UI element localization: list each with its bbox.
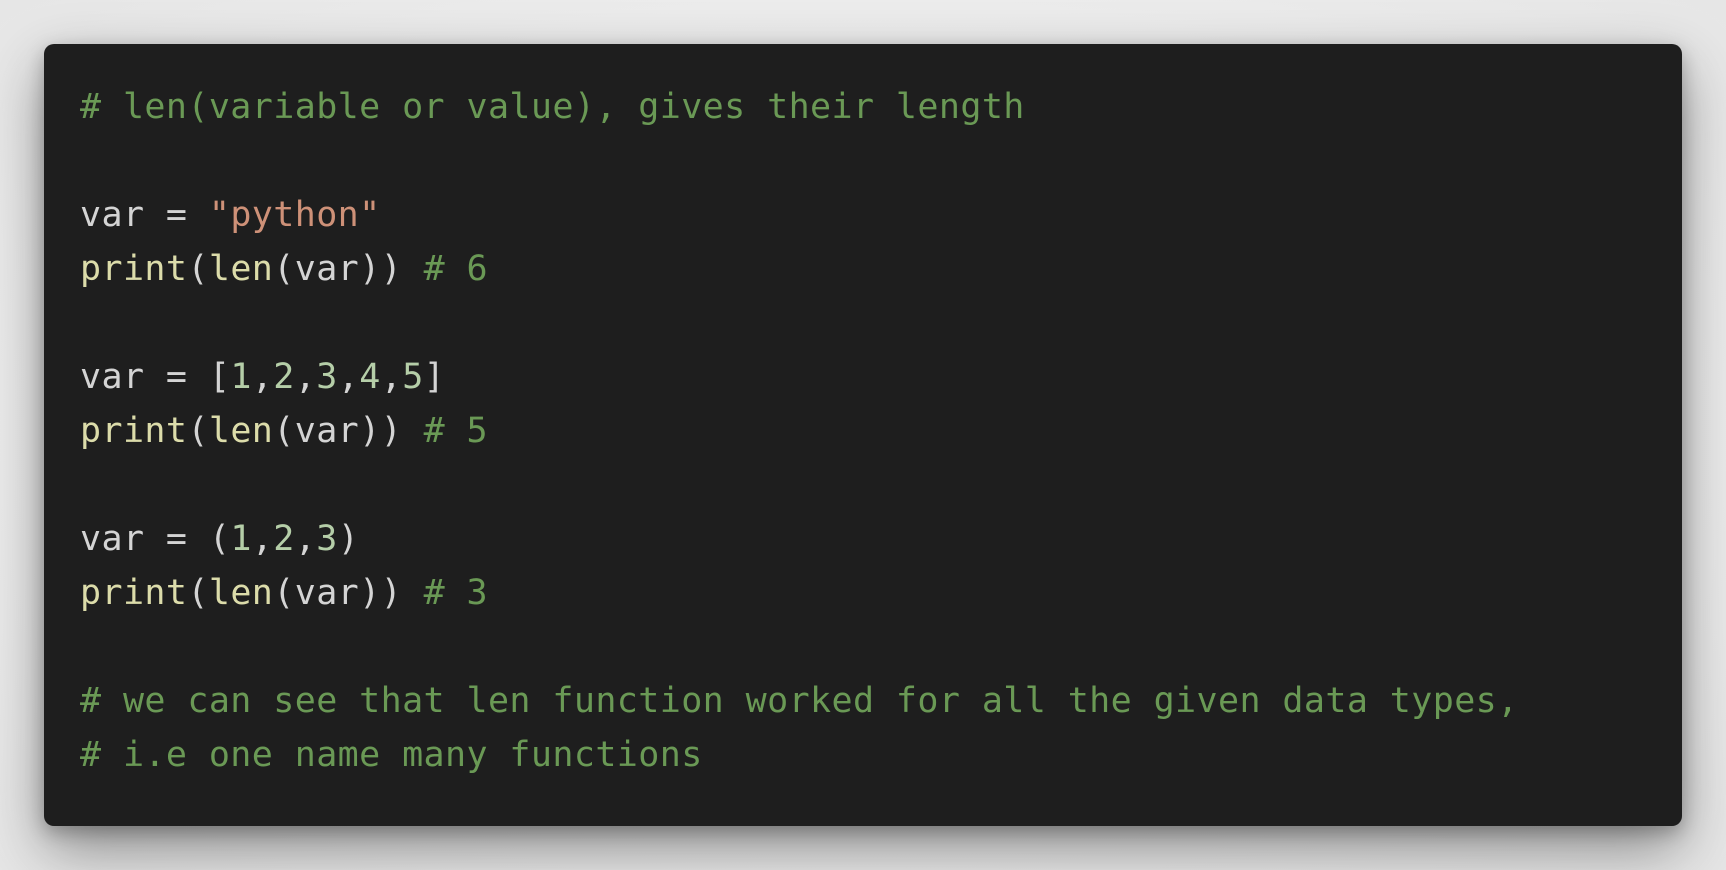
code-token-comment: # 5 [423,411,488,451]
code-token-plain: , [337,357,360,397]
code-token-func: len [208,411,274,451]
code-token-comment: # we can see that len function worked fo… [80,681,1519,721]
code-token-number: 5 [402,357,424,397]
code-line: var = "python" [80,188,1646,242]
code-token-number: 1 [230,357,252,397]
code-token-number: 4 [359,357,381,397]
code-token-number: 2 [273,519,295,559]
code-token-comment: # len(variable or value), gives their le… [80,87,1025,127]
code-token-plain: var = [ [80,357,231,397]
code-token-number: 2 [273,357,295,397]
code-block: # len(variable or value), gives their le… [80,80,1646,790]
code-token-plain: , [251,519,274,559]
code-line: # i.e one name many functions [80,728,1646,782]
code-token-plain: var = [80,195,209,235]
code-line: # len(variable or value), gives their le… [80,80,1646,134]
code-token-plain: (var)) [273,249,424,289]
code-token-func: len [208,249,274,289]
code-token-plain: ( [187,249,209,289]
code-token-comment: # 3 [423,573,488,613]
code-line: print(len(var)) # 6 [80,242,1646,296]
code-token-plain: (var)) [273,573,424,613]
code-token-plain: (var)) [273,411,424,451]
code-token-func: print [80,249,188,289]
code-line: var = [1,2,3,4,5] [80,350,1646,404]
code-line: print(len(var)) # 3 [80,566,1646,620]
code-token-func: print [80,573,188,613]
code-token-comment: # i.e one name many functions [80,735,703,775]
code-snippet-card: # len(variable or value), gives their le… [44,44,1682,826]
code-token-plain: , [380,357,403,397]
code-token-plain: , [294,519,317,559]
code-line: # we can see that len function worked fo… [80,674,1646,728]
code-token-func: print [80,411,188,451]
code-token-number: 3 [316,519,338,559]
code-token-number: 1 [230,519,252,559]
code-token-plain: ] [423,357,446,397]
code-token-number: 3 [316,357,338,397]
code-line: var = (1,2,3) [80,512,1646,566]
code-token-plain: , [294,357,317,397]
code-token-func: len [208,573,274,613]
code-token-plain: var = ( [80,519,231,559]
code-token-plain: ( [187,411,209,451]
code-token-plain: , [251,357,274,397]
code-token-plain: ( [187,573,209,613]
code-line: print(len(var)) # 5 [80,404,1646,458]
code-token-comment: # 6 [423,249,488,289]
code-token-string: "python" [208,195,381,235]
code-token-plain: ) [337,519,360,559]
